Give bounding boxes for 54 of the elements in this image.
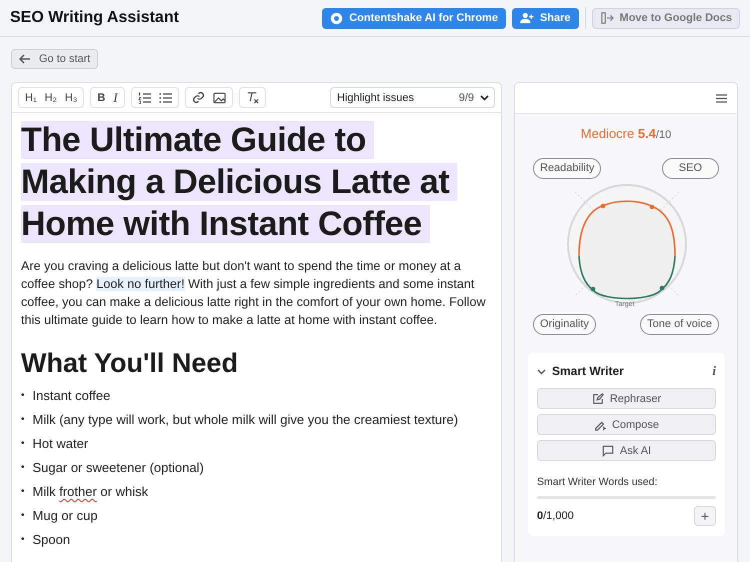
export-button[interactable]: Move to Google Docs <box>592 8 740 28</box>
bullet: • <box>21 461 25 475</box>
export-icon <box>600 12 614 24</box>
arrow-left-icon <box>19 54 31 64</box>
paragraph: Are you craving a delicious latte but don't want to spend the time or money at a coffee shop? Look no further! With just a few simple ingredients and some instant coffee, you can make a delicious latte right in the comfort of your own home. Follow this ultimate guide to learn how to make a latte at home with instant coffee. <box>21 258 487 329</box>
chevron-down-icon <box>480 94 489 100</box>
metric-label[interactable]: Tone of voice <box>640 314 719 335</box>
bullet: • <box>21 437 25 451</box>
compose-button[interactable]: Compose <box>537 414 716 435</box>
extension-button[interactable]: Contentshake AI for Chrome <box>322 8 506 28</box>
section-title: Smart Writer <box>552 364 624 378</box>
bullet: • <box>21 509 25 523</box>
add-words-button[interactable]: + <box>694 506 716 526</box>
clear-format-icon[interactable] <box>246 91 259 104</box>
list-item: Milk (any type will work, but whole milk will give you the creamiest texture) <box>32 411 458 429</box>
usage-count: 0/1,000 <box>537 510 574 522</box>
list-item: Milk frother or whisk <box>32 483 148 501</box>
rephraser-button[interactable]: Rephraser <box>537 388 716 409</box>
list-item: Sugar or sweetener (optional) <box>32 459 204 477</box>
app-title: SEO Writing Assistant <box>10 9 179 27</box>
bold-button[interactable]: B <box>94 89 108 106</box>
menu-icon[interactable] <box>716 94 727 102</box>
ask-ai-button[interactable]: Ask AI <box>537 440 716 461</box>
go-to-start-button[interactable]: Go to start <box>11 49 98 69</box>
list-item: Hot water <box>32 435 88 453</box>
share-button[interactable]: Share <box>512 8 579 28</box>
bullet: • <box>21 485 25 499</box>
list-item: Mug or cup <box>32 507 98 525</box>
add-user-icon <box>520 12 534 24</box>
metric-label[interactable]: Readability <box>533 158 602 179</box>
heading-button[interactable]: H₂ <box>42 89 60 106</box>
pen-sparkle-icon <box>594 418 606 430</box>
list-item: Instant coffee <box>32 387 110 405</box>
section-heading: What You'll Need <box>21 347 239 379</box>
info-button[interactable]: i <box>712 363 716 379</box>
bullet: • <box>21 389 25 403</box>
chat-bubble-icon <box>602 444 614 456</box>
edit-icon <box>592 392 604 404</box>
metric-label[interactable]: Originality <box>533 314 596 335</box>
chevron-icon[interactable] <box>537 366 546 376</box>
image-icon[interactable] <box>212 92 226 104</box>
words-used-label: Smart Writer Words used: <box>537 476 658 488</box>
highlight-dropdown[interactable]: Highlight issues 9/9 <box>330 87 495 108</box>
italic-button[interactable]: I <box>110 89 121 106</box>
link-icon[interactable] <box>192 91 205 104</box>
numbered-list-icon[interactable] <box>138 92 151 104</box>
bullet-list-icon[interactable] <box>158 92 172 104</box>
metric-label[interactable]: SEO <box>662 158 719 179</box>
heading-button[interactable]: H₁ <box>22 89 40 106</box>
score-text: Mediocre 5.4/10 <box>580 125 672 141</box>
bullet: • <box>21 533 25 547</box>
heading-button[interactable]: H₃ <box>62 89 80 106</box>
list-item: Spoon <box>32 531 70 549</box>
bullet: • <box>21 413 25 427</box>
